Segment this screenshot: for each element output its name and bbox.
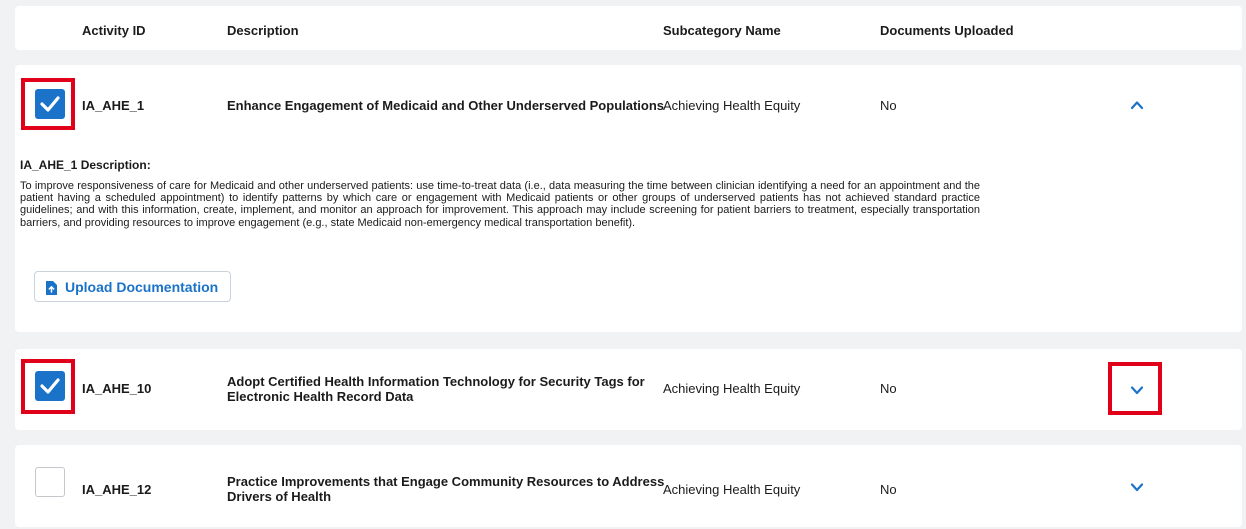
documents-uploaded: No — [880, 482, 897, 497]
chevron-down-icon[interactable] — [1130, 480, 1144, 494]
table-header: Activity ID Description Subcategory Name… — [15, 6, 1242, 50]
activity-title: Enhance Engagement of Medicaid and Other… — [227, 98, 665, 113]
documents-uploaded: No — [880, 98, 897, 113]
table-row: IA_AHE_10 Adopt Certified Health Informa… — [15, 349, 1242, 430]
upload-documentation-button[interactable]: Upload Documentation — [34, 271, 231, 302]
activity-title-line1: Practice Improvements that Engage Commun… — [227, 474, 665, 489]
description-heading: IA_AHE_1 Description: — [20, 158, 151, 172]
checkbox-highlight-box — [21, 78, 75, 130]
activity-id: IA_AHE_10 — [82, 381, 152, 396]
description-body: To improve responsiveness of care for Me… — [20, 180, 980, 229]
subcategory-name: Achieving Health Equity — [663, 482, 801, 497]
activity-checkbox[interactable] — [35, 467, 65, 497]
activity-title-line2: Electronic Health Record Data — [227, 389, 414, 404]
activity-title-line1: Adopt Certified Health Information Techn… — [227, 374, 645, 389]
file-upload-icon — [46, 281, 57, 295]
checkbox-highlight-box — [21, 359, 75, 414]
activity-id-header: Activity ID — [82, 23, 146, 38]
activity-id: IA_AHE_12 — [82, 482, 152, 497]
upload-documentation-label: Upload Documentation — [65, 279, 219, 295]
documents-uploaded-header: Documents Uploaded — [880, 23, 1014, 38]
documents-uploaded: No — [880, 381, 897, 396]
subcategory-name: Achieving Health Equity — [663, 98, 801, 113]
activity-title-line2: Drivers of Health — [227, 489, 332, 504]
activity-id: IA_AHE_1 — [82, 98, 145, 113]
table-row: IA_AHE_12 Practice Improvements that Eng… — [15, 445, 1242, 527]
chevron-up-icon[interactable] — [1130, 98, 1144, 112]
chevron-highlight-box — [1108, 362, 1162, 415]
description-header: Description — [227, 23, 299, 38]
subcategory-name-header: Subcategory Name — [663, 23, 781, 38]
table-row: IA_AHE_1 Enhance Engagement of Medicaid … — [15, 65, 1242, 332]
subcategory-name: Achieving Health Equity — [663, 381, 801, 396]
